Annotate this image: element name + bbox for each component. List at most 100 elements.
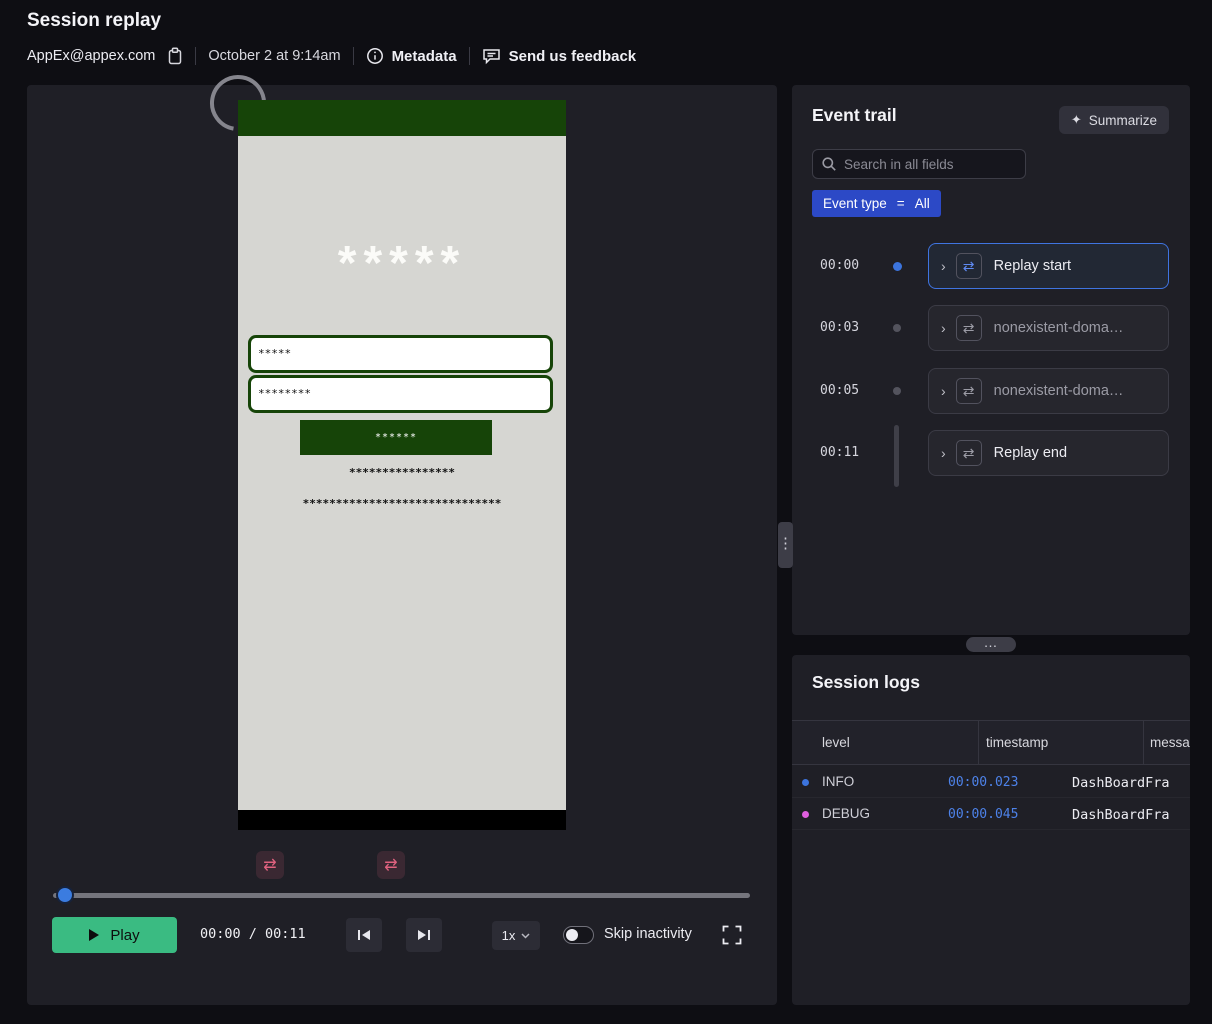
event-label: nonexistent-doma… — [994, 320, 1124, 336]
event-trail-title: Event trail — [812, 105, 897, 126]
play-label: Play — [110, 927, 139, 944]
column-header-message: message — [1150, 735, 1190, 750]
page-title: Session replay — [27, 10, 161, 32]
column-divider — [1143, 721, 1144, 764]
event-timestamp: 00:05 — [820, 383, 859, 398]
filter-field: Event type — [823, 196, 887, 211]
replayed-app-screen: ***** ***** ******** ****** ************… — [238, 100, 566, 830]
chevron-right-icon[interactable]: › — [941, 445, 946, 461]
session-replay-page: Session replay AppEx@appex.com October 2… — [0, 0, 1212, 1024]
event-timestamp: 00:03 — [820, 320, 859, 335]
session-logs-title: Session logs — [812, 672, 920, 693]
event-marker-dot — [893, 387, 901, 395]
copy-clipboard-button[interactable] — [167, 47, 183, 65]
playback-time-display: 00:00 / 00:11 — [200, 926, 306, 942]
swap-icon: ⇄ — [956, 315, 982, 341]
log-timestamp-link[interactable]: 00:00.023 — [948, 775, 1018, 790]
search-input[interactable] — [812, 149, 1026, 179]
event-label: nonexistent-doma… — [994, 383, 1124, 399]
timeline-navigation-event-marker[interactable]: ⇄ — [377, 851, 405, 879]
event-timestamp: 00:11 — [820, 445, 859, 460]
replay-player-panel: ***** ***** ******** ****** ************… — [27, 85, 777, 1005]
fullscreen-button[interactable] — [721, 924, 743, 946]
horizontal-resize-handle[interactable]: … — [966, 637, 1016, 652]
playback-speed-select[interactable]: 1x — [492, 921, 540, 950]
replay-user-email: AppEx@appex.com — [27, 48, 155, 64]
event-card-replay-end[interactable]: › ⇄ Replay end — [928, 430, 1169, 476]
divider — [469, 47, 470, 65]
skip-inactivity-toggle[interactable] — [563, 926, 594, 944]
swap-icon: ⇄ — [956, 253, 982, 279]
skip-back-icon — [357, 929, 371, 941]
play-icon — [89, 929, 99, 941]
session-logs-panel: Session logs level timestamp message INF… — [792, 655, 1190, 1005]
search-icon — [821, 156, 837, 172]
toggle-knob — [566, 929, 578, 941]
event-label: Replay end — [994, 445, 1067, 461]
masked-text-line: **************** — [238, 466, 566, 479]
event-card-replay-start[interactable]: › ⇄ Replay start — [928, 243, 1169, 289]
chevron-right-icon[interactable]: › — [941, 383, 946, 399]
skip-back-button[interactable] — [346, 918, 382, 952]
vertical-resize-handle[interactable]: ⋮ — [778, 522, 793, 568]
filter-operator: = — [897, 196, 905, 211]
speed-value: 1x — [502, 928, 516, 943]
feedback-icon — [482, 47, 501, 65]
ellipsis-v-icon: ⋮ — [778, 535, 793, 552]
swap-icon: ⇄ — [956, 440, 982, 466]
feedback-button[interactable]: Send us feedback — [482, 47, 637, 65]
timeline-navigation-event-marker[interactable]: ⇄ — [256, 851, 284, 879]
filter-value: All — [915, 196, 930, 211]
timeline-scrubber-handle[interactable] — [58, 888, 72, 902]
masked-username-field: ***** — [248, 335, 553, 373]
replay-app-footer-bar — [238, 810, 566, 830]
chevron-down-icon — [521, 933, 530, 939]
log-timestamp-link[interactable]: 00:00.045 — [948, 807, 1018, 822]
skip-inactivity-label: Skip inactivity — [604, 926, 692, 942]
log-level: DEBUG — [822, 806, 870, 821]
event-row: 00:00 › ⇄ Replay start — [792, 243, 1190, 289]
event-marker-dot — [893, 324, 901, 332]
event-marker-dot — [893, 262, 902, 271]
event-timestamp: 00:00 — [820, 258, 859, 273]
summarize-button[interactable]: ✦ Summarize — [1059, 106, 1169, 134]
event-type-filter-chip[interactable]: Event type = All — [812, 190, 941, 217]
chevron-right-icon[interactable]: › — [941, 320, 946, 336]
event-row: 00:03 › ⇄ nonexistent-doma… — [792, 305, 1190, 351]
feedback-label: Send us feedback — [509, 48, 637, 65]
event-row: 00:05 › ⇄ nonexistent-doma… — [792, 368, 1190, 414]
column-header-level: level — [822, 735, 850, 750]
chevron-right-icon[interactable]: › — [941, 258, 946, 274]
replay-app-header-bar — [238, 100, 566, 136]
event-search-box — [812, 149, 1026, 179]
swap-icon: ⇄ — [956, 378, 982, 404]
sparkle-icon: ✦ — [1071, 112, 1082, 128]
metadata-button[interactable]: Metadata — [366, 47, 457, 65]
metadata-label: Metadata — [392, 48, 457, 65]
swap-icon: ⇄ — [263, 855, 276, 875]
log-level-dot — [802, 811, 809, 818]
event-card-navigation[interactable]: › ⇄ nonexistent-doma… — [928, 305, 1169, 351]
column-header-timestamp: timestamp — [986, 735, 1048, 750]
masked-password-field: ******** — [248, 375, 553, 413]
skip-forward-icon — [417, 929, 431, 941]
log-row[interactable]: DEBUG 00:00.045 DashBoardFra — [792, 798, 1190, 830]
log-level: INFO — [822, 774, 854, 789]
event-card-navigation[interactable]: › ⇄ nonexistent-doma… — [928, 368, 1169, 414]
ellipsis-h-icon: … — [984, 634, 999, 650]
summarize-label: Summarize — [1089, 113, 1157, 128]
playback-timeline[interactable] — [53, 893, 750, 898]
clipboard-icon — [167, 47, 183, 65]
event-label: Replay start — [994, 258, 1071, 274]
swap-icon: ⇄ — [384, 855, 397, 875]
info-icon — [366, 47, 384, 65]
divider — [353, 47, 354, 65]
log-row[interactable]: INFO 00:00.023 DashBoardFra — [792, 766, 1190, 798]
column-divider — [978, 721, 979, 764]
play-button[interactable]: Play — [52, 917, 177, 953]
skip-forward-button[interactable] — [406, 918, 442, 952]
fullscreen-icon — [722, 925, 742, 945]
log-message: DashBoardFra — [1072, 807, 1170, 823]
masked-app-title: ***** — [238, 236, 566, 291]
event-row: 00:11 › ⇄ Replay end — [792, 430, 1190, 476]
